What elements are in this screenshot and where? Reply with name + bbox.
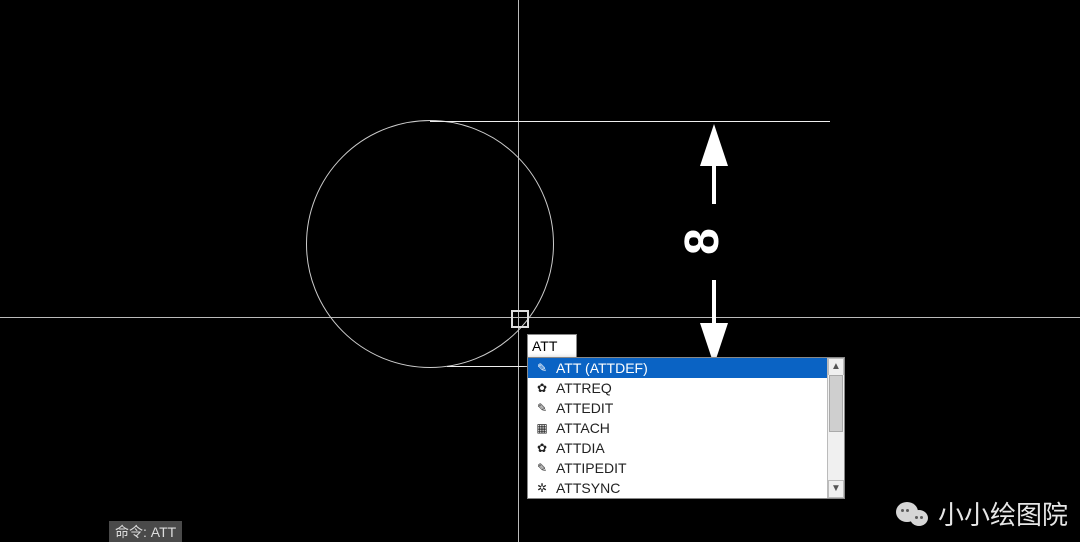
dim-stem-lower <box>712 280 716 325</box>
tag-icon: ✎ <box>534 361 550 375</box>
suggestion-label: ATTIPEDIT <box>556 460 627 476</box>
suggestion-item[interactable]: ✎ ATT (ATTDEF) <box>528 358 844 378</box>
wechat-icon <box>896 500 932 528</box>
dynamic-input[interactable]: ATT <box>527 334 577 358</box>
command-line[interactable]: 命令: ATT <box>109 521 182 542</box>
suggestion-item[interactable]: ✎ ATTIPEDIT <box>528 458 844 478</box>
suggestion-label: ATTEDIT <box>556 400 613 416</box>
watermark-text: 小小绘图院 <box>938 495 1068 532</box>
suggestion-label: ATTACH <box>556 420 610 436</box>
suggestion-item[interactable]: ▦ ATTACH <box>528 418 844 438</box>
gear-icon: ✿ <box>534 381 550 395</box>
edit-icon: ✎ <box>534 461 550 475</box>
scroll-track[interactable] <box>828 375 844 481</box>
command-prompt: 命令: <box>115 524 147 540</box>
dim-arrow-up <box>700 124 728 166</box>
suggestion-label: ATTDIA <box>556 440 605 456</box>
edit-icon: ✎ <box>534 401 550 415</box>
dim-extension-top <box>430 121 830 122</box>
watermark: 小小绘图院 <box>896 495 1068 532</box>
suggestion-item[interactable]: ✿ ATTDIA <box>528 438 844 458</box>
sync-icon: ✲ <box>534 481 550 495</box>
gear-icon: ✿ <box>534 441 550 455</box>
suggestion-label: ATTSYNC <box>556 480 620 496</box>
drawing-canvas[interactable]: 8 ATT ✎ ATT (ATTDEF) ✿ ATTREQ ✎ ATTEDIT … <box>0 0 1080 542</box>
scroll-thumb[interactable] <box>829 375 843 432</box>
suggestion-item[interactable]: ✿ ATTREQ <box>528 378 844 398</box>
command-text: ATT <box>151 524 176 540</box>
suggestion-item[interactable]: ✎ ATTEDIT <box>528 398 844 418</box>
suggestion-label: ATTREQ <box>556 380 612 396</box>
scroll-up-button[interactable]: ▲ <box>828 358 844 376</box>
suggestion-item[interactable]: ✲ ATTSYNC <box>528 478 844 498</box>
dim-value[interactable]: 8 <box>675 230 730 255</box>
attach-icon: ▦ <box>534 421 550 435</box>
crosshair-horizontal <box>0 317 1080 318</box>
autocomplete-dropdown[interactable]: ✎ ATT (ATTDEF) ✿ ATTREQ ✎ ATTEDIT ▦ ATTA… <box>527 357 845 499</box>
cursor-pickbox <box>511 310 529 328</box>
dropdown-scrollbar[interactable]: ▲ ▼ <box>827 358 844 498</box>
scroll-down-button[interactable]: ▼ <box>828 480 844 498</box>
suggestion-label: ATT (ATTDEF) <box>556 360 648 376</box>
entity-circle[interactable] <box>306 120 554 368</box>
dim-stem-upper <box>712 164 716 204</box>
